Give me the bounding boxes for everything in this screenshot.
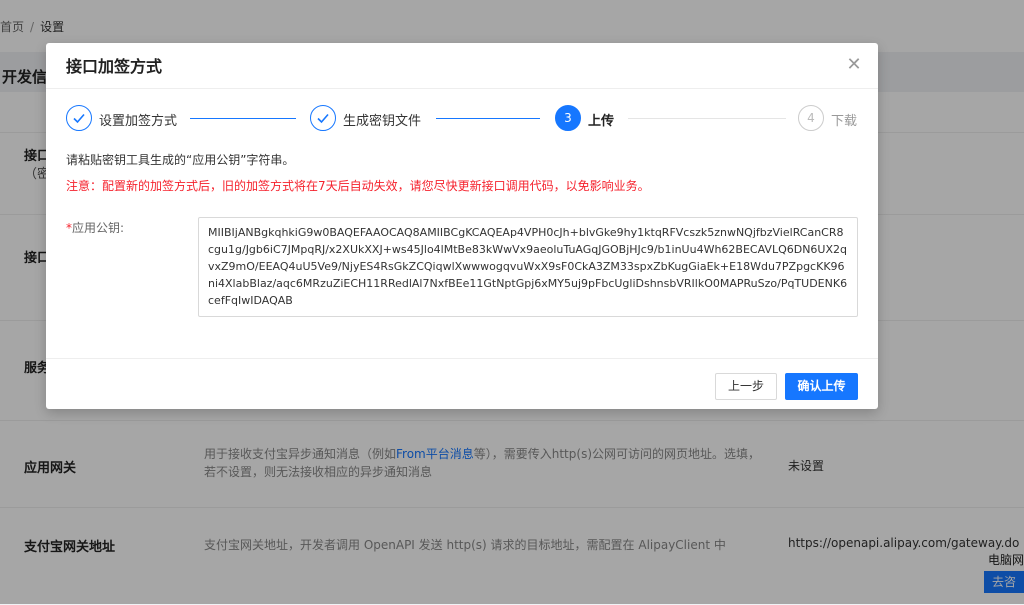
step-number: 3	[555, 105, 581, 131]
modal-footer: 上一步 确认上传	[46, 358, 878, 410]
step-label: 上传	[588, 114, 615, 129]
steps: 设置加签方式 生成密钥文件 3 上传 4 下载	[66, 104, 858, 134]
step-label: 下载	[831, 114, 858, 129]
step-connector	[436, 118, 540, 119]
instruction-text: 请粘贴密钥工具生成的“应用公钥”字符串。	[66, 153, 295, 167]
public-key-textarea[interactable]: MIIBIjANBgkqhkiG9w0BAQEFAAOCAQ8AMIIBCgKC…	[198, 217, 858, 317]
modal-title: 接口加签方式	[66, 57, 163, 76]
check-icon	[66, 105, 92, 131]
step-connector	[190, 118, 296, 119]
confirm-upload-button[interactable]: 确认上传	[785, 373, 858, 400]
warning-text: 注意：配置新的加签方式后，旧的加签方式将在7天后自动失效，请您尽快更新接口调用代…	[66, 179, 650, 193]
public-key-label: *应用公钥:	[66, 219, 124, 236]
step-label: 设置加签方式	[99, 114, 178, 129]
check-icon	[310, 105, 336, 131]
public-key-label-text: 应用公钥:	[72, 221, 125, 235]
step-connector	[628, 118, 786, 119]
modal-header: 接口加签方式 ✕	[46, 43, 878, 89]
sign-method-modal: 接口加签方式 ✕ 设置加签方式 生成密钥文件 3 上传 4 下载 请粘贴密钥工具…	[46, 43, 878, 409]
step-number: 4	[798, 105, 824, 131]
step-label: 生成密钥文件	[343, 114, 422, 129]
previous-step-button[interactable]: 上一步	[715, 373, 777, 400]
close-icon[interactable]: ✕	[844, 55, 864, 75]
